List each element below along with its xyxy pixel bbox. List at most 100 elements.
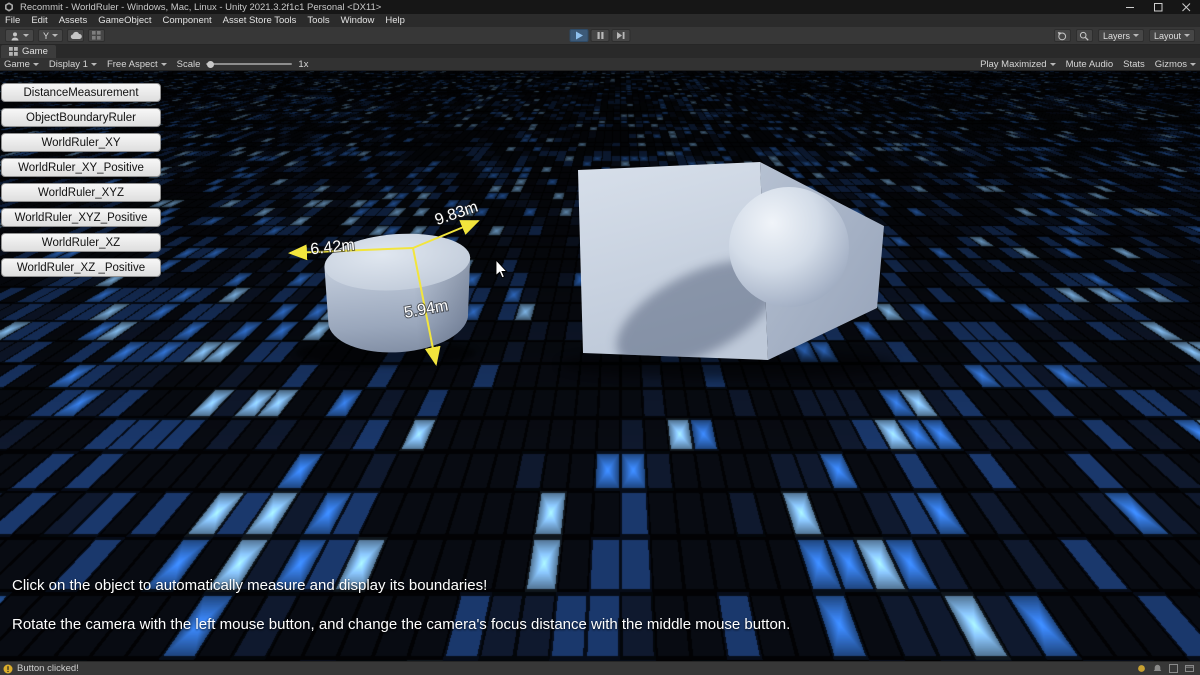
- worldruler-xz-positive-button[interactable]: WorldRuler_XZ _Positive: [1, 258, 161, 277]
- display-label: Display 1: [49, 59, 88, 70]
- progress-icon[interactable]: [1137, 664, 1146, 673]
- 3d-scene: 6.42m 9.83m 5.94m: [0, 71, 1200, 661]
- history-icon: [1057, 31, 1067, 41]
- scale-value: 1x: [298, 59, 308, 70]
- console-icon[interactable]: [1185, 664, 1194, 673]
- main-toolbar: Y: [0, 27, 1200, 45]
- worldruler-xyz-button[interactable]: WorldRuler_XYZ: [1, 183, 161, 202]
- step-button[interactable]: [612, 29, 631, 42]
- aspect-label: Free Aspect: [107, 59, 158, 70]
- unity-editor-window: Recommit - WorldRuler - Windows, Mac, Li…: [0, 0, 1200, 675]
- account-button[interactable]: [5, 29, 34, 42]
- aspect-dropdown[interactable]: Free Aspect: [107, 59, 167, 70]
- chevron-down-icon: [1184, 34, 1190, 37]
- scale-slider-track[interactable]: [206, 63, 292, 65]
- close-icon: [1182, 3, 1191, 12]
- chevron-down-icon: [1190, 63, 1196, 66]
- play-icon: [575, 31, 583, 40]
- game-toolbar-left: Game Display 1 Free Aspect Scale 1x: [4, 59, 308, 70]
- display-target-label: Game: [4, 59, 30, 70]
- warning-icon: [3, 664, 13, 674]
- bell-icon[interactable]: [1153, 664, 1162, 673]
- worldruler-xz-button[interactable]: WorldRuler_XZ: [1, 233, 161, 252]
- gizmos-label: Gizmos: [1155, 59, 1187, 70]
- undo-history-button[interactable]: [1054, 29, 1071, 42]
- chevron-down-icon: [33, 63, 39, 66]
- status-message: Button clicked!: [17, 663, 79, 674]
- unity-logo-icon: [4, 2, 14, 12]
- worldruler-xy-button[interactable]: WorldRuler_XY: [1, 133, 161, 152]
- scale-slider[interactable]: Scale 1x: [177, 59, 309, 70]
- person-icon: [10, 31, 20, 41]
- status-message-area[interactable]: Button clicked!: [3, 663, 79, 674]
- cloud-services-button[interactable]: [67, 29, 84, 42]
- menu-item-asset-store-tools[interactable]: Asset Store Tools: [223, 15, 297, 26]
- chevron-down-icon: [161, 63, 167, 66]
- worldruler-xyz-positive-button[interactable]: WorldRuler_XYZ_Positive: [1, 208, 161, 227]
- window-title: Recommit - WorldRuler - Windows, Mac, Li…: [20, 2, 381, 13]
- version-dropdown[interactable]: Y: [38, 29, 63, 42]
- instruction-line-2: Rotate the camera with the left mouse bu…: [12, 616, 790, 633]
- search-button[interactable]: [1076, 29, 1093, 42]
- step-icon: [617, 31, 626, 40]
- grid-icon: [92, 31, 101, 40]
- grid-snap-button[interactable]: [88, 29, 105, 42]
- maximize-button[interactable]: [1144, 0, 1172, 14]
- menu-item-component[interactable]: Component: [163, 15, 212, 26]
- minimize-button[interactable]: [1116, 0, 1144, 14]
- close-button[interactable]: [1172, 0, 1200, 14]
- cloud-icon: [70, 31, 82, 40]
- search-icon: [1079, 31, 1089, 41]
- status-bar: Button clicked!: [0, 661, 1200, 675]
- pause-button[interactable]: [591, 29, 610, 42]
- tab-strip: Game: [0, 45, 1200, 58]
- chevron-down-icon: [23, 34, 29, 37]
- mouse-cursor: [496, 260, 507, 278]
- sphere-object[interactable]: [729, 187, 849, 307]
- play-maximized-label: Play Maximized: [980, 59, 1047, 70]
- play-controls: [570, 29, 631, 42]
- stats-toggle[interactable]: Stats: [1123, 59, 1145, 70]
- menu-item-edit[interactable]: Edit: [31, 15, 47, 26]
- toolbar-left-group: Y: [5, 29, 105, 42]
- game-toolbar-right: Play Maximized Mute Audio Stats Gizmos: [980, 59, 1196, 70]
- mute-audio-toggle[interactable]: Mute Audio: [1066, 59, 1114, 70]
- play-button[interactable]: [570, 29, 589, 42]
- game-viewport[interactable]: 6.42m 9.83m 5.94m DistanceMeasurement Ob…: [0, 71, 1200, 661]
- chevron-down-icon: [1050, 63, 1056, 66]
- layout-label: Layout: [1154, 31, 1181, 41]
- gizmos-dropdown[interactable]: Gizmos: [1155, 59, 1196, 70]
- layers-dropdown[interactable]: Layers: [1098, 29, 1144, 42]
- object-boundary-ruler-button[interactable]: ObjectBoundaryRuler: [1, 108, 161, 127]
- version-label: Y: [43, 31, 49, 41]
- display-dropdown[interactable]: Display 1: [49, 59, 97, 70]
- tab-game-label: Game: [22, 46, 48, 57]
- chevron-down-icon: [1133, 34, 1139, 37]
- scale-label: Scale: [177, 59, 201, 70]
- layout-dropdown[interactable]: Layout: [1149, 29, 1195, 42]
- display-target-dropdown[interactable]: Game: [4, 59, 39, 70]
- instruction-line-1: Click on the object to automatically mea…: [12, 577, 487, 594]
- ruler-button-panel: DistanceMeasurement ObjectBoundaryRuler …: [1, 83, 161, 277]
- menu-bar: File Edit Assets GameObject Component As…: [0, 14, 1200, 27]
- scale-slider-knob[interactable]: [207, 61, 214, 68]
- chevron-down-icon: [52, 34, 58, 37]
- toolbar-right-group: Layers Layout: [1054, 29, 1195, 42]
- chevron-down-icon: [91, 63, 97, 66]
- menu-item-tools[interactable]: Tools: [307, 15, 329, 26]
- play-maximized-dropdown[interactable]: Play Maximized: [980, 59, 1056, 70]
- menu-item-gameobject[interactable]: GameObject: [98, 15, 151, 26]
- game-view-icon: [9, 47, 18, 56]
- window-controls: [1116, 0, 1200, 14]
- distance-measurement-button[interactable]: DistanceMeasurement: [1, 83, 161, 102]
- menu-item-assets[interactable]: Assets: [59, 15, 88, 26]
- status-right-icons: [1137, 664, 1194, 673]
- tab-game[interactable]: Game: [1, 45, 56, 58]
- game-view-toolbar: Game Display 1 Free Aspect Scale 1x Play…: [0, 58, 1200, 71]
- title-bar: Recommit - WorldRuler - Windows, Mac, Li…: [0, 0, 1200, 14]
- menu-item-window[interactable]: Window: [341, 15, 375, 26]
- menu-item-help[interactable]: Help: [385, 15, 405, 26]
- cache-server-icon[interactable]: [1169, 664, 1178, 673]
- menu-item-file[interactable]: File: [5, 15, 20, 26]
- worldruler-xy-positive-button[interactable]: WorldRuler_XY_Positive: [1, 158, 161, 177]
